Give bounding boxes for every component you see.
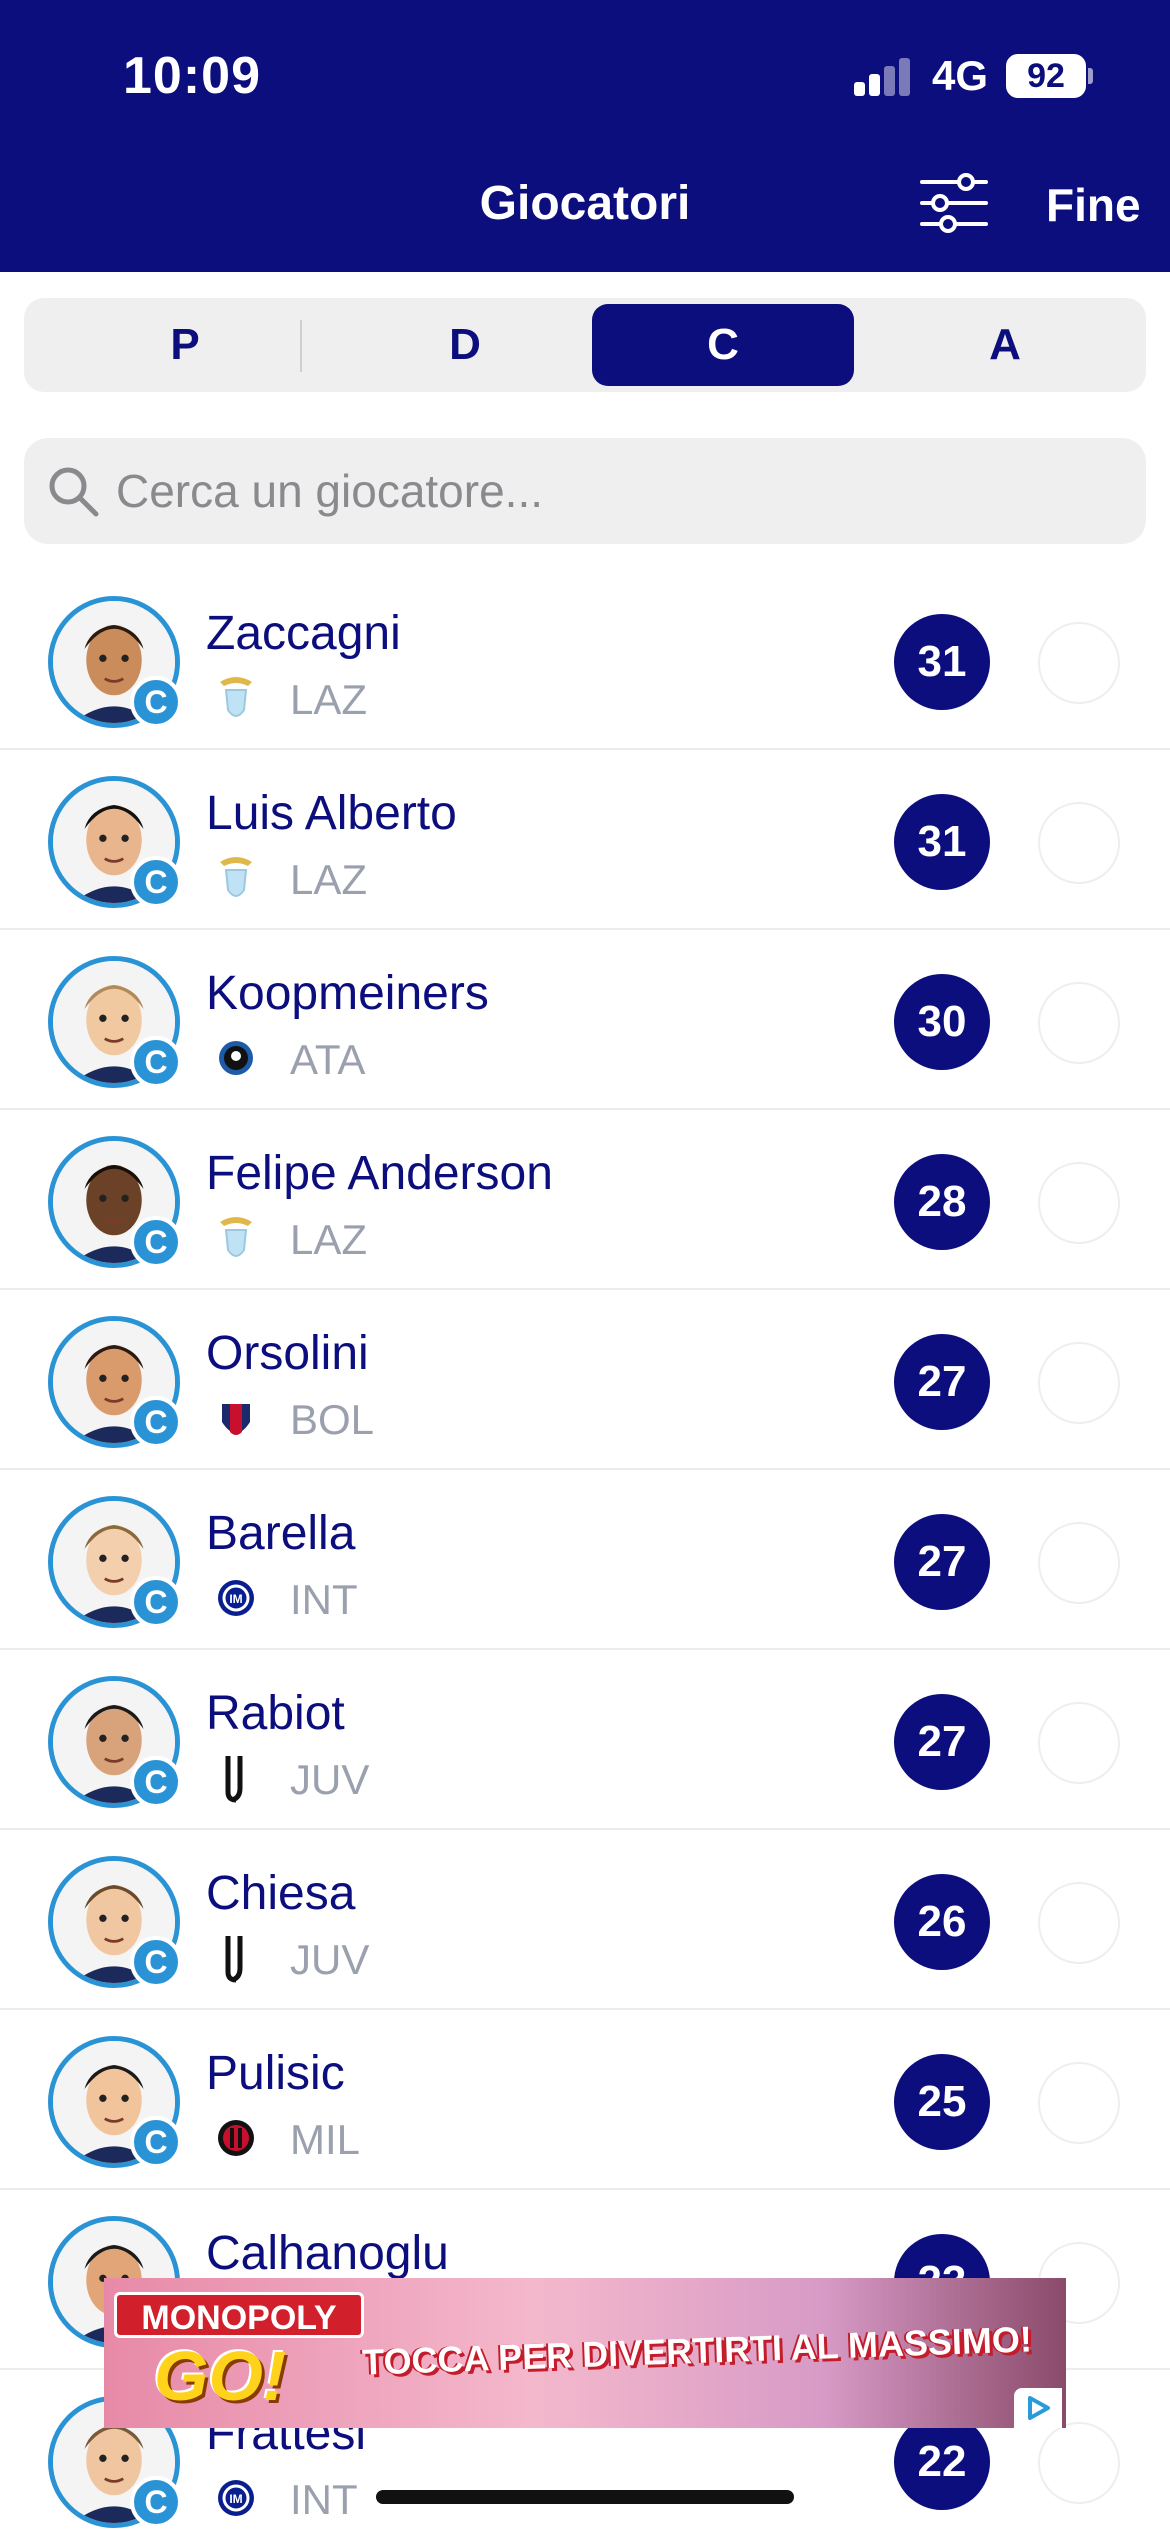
player-row[interactable]: C Chiesa JUV 26 <box>0 1830 1170 2010</box>
select-checkbox[interactable] <box>1038 622 1120 704</box>
role-badge: C <box>130 856 182 908</box>
club-code: INT <box>290 2476 358 2523</box>
svg-text:IM: IM <box>229 2492 242 2506</box>
player-name: Luis Alberto <box>206 787 457 840</box>
role-badge: C <box>130 1756 182 1808</box>
role-badge: C <box>130 1396 182 1448</box>
select-checkbox[interactable] <box>1038 1522 1120 1604</box>
club-crest-icon <box>216 1032 256 1084</box>
player-row[interactable]: C Barella IM INT 27 <box>0 1470 1170 1650</box>
select-checkbox[interactable] <box>1038 1162 1120 1244</box>
svg-text:IM: IM <box>229 1592 242 1606</box>
segment-c[interactable]: C <box>592 304 854 386</box>
player-score-badge: 26 <box>894 1874 990 1970</box>
role-badge: C <box>130 1036 182 1088</box>
ad-brand-bottom: GO! <box>154 2337 287 2415</box>
player-score-badge: 25 <box>894 2054 990 2150</box>
status-time: 10:09 <box>123 47 261 105</box>
club-crest-icon <box>216 1392 256 1444</box>
player-row[interactable]: C Luis Alberto LAZ 31 <box>0 750 1170 930</box>
club-crest-icon <box>216 1212 256 1264</box>
player-name: Barella <box>206 1507 356 1560</box>
player-name: Orsolini <box>206 1327 369 1380</box>
player-row[interactable]: C Koopmeiners ATA 30 <box>0 930 1170 1110</box>
role-badge: C <box>130 1216 182 1268</box>
player-score-badge: 31 <box>894 794 990 890</box>
player-name: Rabiot <box>206 1687 345 1740</box>
segment-d[interactable]: D <box>334 304 596 386</box>
player-name: Chiesa <box>206 1867 356 1920</box>
player-name: Felipe Anderson <box>206 1147 553 1200</box>
ad-text: TOCCA PER DIVERTIRTI AL MASSIMO! <box>361 2318 1033 2383</box>
player-score-badge: 28 <box>894 1154 990 1250</box>
club-code: ATA <box>290 1036 366 1083</box>
app-header: 10:09 4G 92 Giocatori Fine <box>0 0 1170 272</box>
role-badge: C <box>130 1576 182 1628</box>
search-bar <box>24 438 1146 544</box>
player-score-badge: 27 <box>894 1334 990 1430</box>
player-name: Koopmeiners <box>206 967 489 1020</box>
role-badge: C <box>130 1936 182 1988</box>
player-row[interactable]: C Felipe Anderson LAZ 28 <box>0 1110 1170 1290</box>
done-button[interactable]: Fine <box>1046 178 1141 232</box>
select-checkbox[interactable] <box>1038 1702 1120 1784</box>
player-score-badge: 27 <box>894 1694 990 1790</box>
page-title: Giocatori <box>479 177 691 230</box>
segment-a[interactable]: A <box>874 304 1136 386</box>
club-code: BOL <box>290 1396 375 1443</box>
player-row[interactable]: C Pulisic MIL 25 <box>0 2010 1170 2190</box>
segment-divider <box>300 320 302 372</box>
battery-tip <box>1088 68 1093 84</box>
select-checkbox[interactable] <box>1038 2422 1120 2504</box>
search-input[interactable] <box>116 460 1116 522</box>
role-segmented-control: P D C A <box>24 298 1146 392</box>
player-row[interactable]: C Rabiot JUV 27 <box>0 1650 1170 1830</box>
club-crest-icon <box>216 1932 256 1984</box>
role-badge: C <box>130 676 182 728</box>
battery-icon: 92 <box>1006 54 1086 98</box>
role-badge: C <box>130 2116 182 2168</box>
club-code: LAZ <box>290 856 368 903</box>
player-row[interactable]: C Orsolini BOL 27 <box>0 1290 1170 1470</box>
select-checkbox[interactable] <box>1038 2062 1120 2144</box>
ad-brand-logo: MONOPOLY GO! <box>114 2292 364 2416</box>
club-crest-icon: IM <box>216 2472 256 2524</box>
signal-icon <box>854 58 914 96</box>
ad-brand-top: MONOPOLY <box>114 2292 364 2338</box>
search-icon <box>49 467 99 517</box>
club-code: LAZ <box>290 1216 368 1263</box>
club-crest-icon <box>216 1752 256 1804</box>
ad-choices-icon[interactable] <box>1014 2388 1062 2428</box>
club-code: JUV <box>290 1756 370 1803</box>
club-code: JUV <box>290 1936 370 1983</box>
club-crest-icon <box>216 852 256 904</box>
select-checkbox[interactable] <box>1038 982 1120 1064</box>
club-crest-icon <box>216 672 256 724</box>
ad-banner[interactable]: MONOPOLY GO! TOCCA PER DIVERTIRTI AL MAS… <box>104 2278 1066 2428</box>
player-name: Zaccagni <box>206 607 401 660</box>
player-row[interactable]: C Zaccagni LAZ 31 <box>0 570 1170 750</box>
filter-sliders-icon[interactable] <box>918 170 990 236</box>
select-checkbox[interactable] <box>1038 802 1120 884</box>
club-code: MIL <box>290 2116 361 2163</box>
segment-p[interactable]: P <box>54 304 316 386</box>
network-type: 4G <box>932 52 989 99</box>
player-score-badge: 22 <box>894 2414 990 2510</box>
player-name: Pulisic <box>206 2047 345 2100</box>
player-name: Calhanoglu <box>206 2227 449 2280</box>
role-badge: C <box>130 2476 182 2528</box>
player-score-badge: 27 <box>894 1514 990 1610</box>
player-score-badge: 31 <box>894 614 990 710</box>
select-checkbox[interactable] <box>1038 1342 1120 1424</box>
home-indicator <box>376 2490 794 2504</box>
club-crest-icon: IM <box>216 1572 256 1624</box>
club-code: LAZ <box>290 676 368 723</box>
club-code: INT <box>290 1576 358 1623</box>
club-crest-icon <box>216 2112 256 2164</box>
select-checkbox[interactable] <box>1038 1882 1120 1964</box>
player-score-badge: 30 <box>894 974 990 1070</box>
